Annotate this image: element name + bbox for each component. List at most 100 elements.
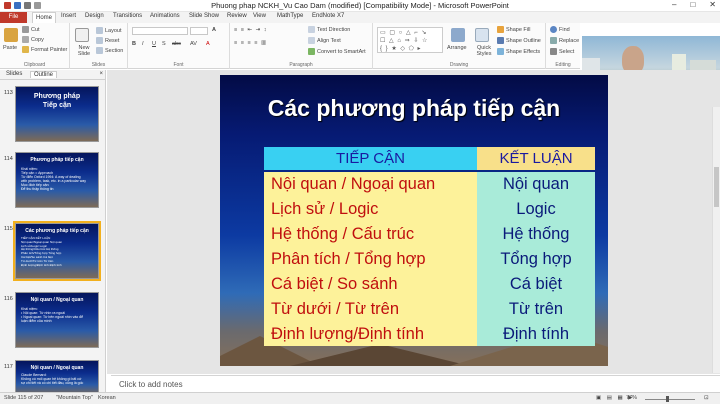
text-direction-button[interactable]: Text Direction xyxy=(308,26,350,33)
tab-review[interactable]: Review xyxy=(227,13,247,19)
tab-insert[interactable]: Insert xyxy=(61,13,76,19)
tab-mathtype[interactable]: MathType xyxy=(277,13,303,19)
reset-button[interactable]: Reset xyxy=(96,37,119,44)
new-slide-button[interactable]: New Slide xyxy=(72,45,96,57)
language-indicator[interactable]: Korean xyxy=(98,395,116,401)
slide-thumbnail[interactable]: Nội quan / Ngoại quan Claude Bernard: Kh… xyxy=(15,360,99,396)
slide-thumbnail[interactable]: Phương pháp tiếp cận Khái niệm: Tiếp cận… xyxy=(15,152,99,208)
tab-animations[interactable]: Animations xyxy=(150,13,180,19)
find-button[interactable]: Find xyxy=(550,26,570,33)
binoculars-icon xyxy=(550,26,557,33)
format-painter-label: Format Painter xyxy=(31,46,68,53)
slide-title[interactable]: Các phương pháp tiếp cận xyxy=(220,95,608,122)
mountain-shape xyxy=(290,344,470,366)
italic-icon[interactable]: I xyxy=(142,41,144,47)
notes-pane[interactable]: Click to add notes xyxy=(111,375,720,392)
maximize-button[interactable]: □ xyxy=(690,0,695,9)
reset-label: Reset xyxy=(105,37,120,44)
approach-table[interactable]: TIẾP CẬN KẾT LUẬN Nội quan / Ngoại quan … xyxy=(264,147,595,346)
align-text-icon xyxy=(308,37,315,44)
slide-thumbnail[interactable]: Nội quan / Ngoại quan Khái niệm: • Nội q… xyxy=(15,292,99,348)
tab-slide-show[interactable]: Slide Show xyxy=(189,13,219,19)
slide-number: 113 xyxy=(4,90,13,96)
convert-smartart-button[interactable]: Convert to SmartArt xyxy=(308,48,366,55)
tab-transitions[interactable]: Transitions xyxy=(113,13,142,19)
align-icons[interactable]: ≡ ≡ ≡ ≡ ▥ xyxy=(234,40,267,46)
copy-button[interactable]: Copy xyxy=(22,36,44,43)
vertical-scrollbar[interactable] xyxy=(712,107,720,373)
new-slide-icon[interactable] xyxy=(75,28,89,42)
cut-button[interactable]: Cut xyxy=(22,26,40,33)
section-button[interactable]: Section xyxy=(96,47,123,54)
copy-icon xyxy=(22,36,29,43)
copy-label: Copy xyxy=(31,36,44,43)
clipboard-label: Clipboard xyxy=(23,62,46,68)
editing-group: Find Replace Select Editing xyxy=(546,23,580,69)
slides-label: Slides xyxy=(91,62,106,68)
bold-icon[interactable]: B xyxy=(132,41,136,47)
conclusion-cell: Logic xyxy=(477,197,595,222)
smartart-icon xyxy=(308,48,315,55)
arrange-button[interactable]: Arrange xyxy=(447,45,467,51)
tab-home[interactable]: Home xyxy=(32,12,57,23)
font-group: A B I U S abc AV A Font xyxy=(128,23,230,69)
font-size-select[interactable] xyxy=(190,27,208,35)
grow-font-icon[interactable]: A xyxy=(212,27,216,33)
slide-number: 117 xyxy=(4,364,13,370)
section-label: Section xyxy=(105,47,124,54)
quick-styles-button[interactable]: Quick Styles xyxy=(471,45,497,57)
layout-label: Layout xyxy=(105,27,122,34)
spacing-icon[interactable]: AV xyxy=(190,41,197,47)
tab-file[interactable]: File xyxy=(0,12,27,23)
approach-cell: Lịch sử / Logic xyxy=(264,197,477,222)
close-button[interactable]: ✕ xyxy=(709,0,716,9)
select-button[interactable]: Select xyxy=(550,48,574,55)
format-painter-button[interactable]: Format Painter xyxy=(22,46,67,53)
ribbon: Paste Cut Copy Format Painter Clipboard … xyxy=(0,23,580,69)
slide-thumbnail-selected[interactable]: Các phương pháp tiếp cận TIẾP CẬN KẾT LU… xyxy=(13,221,101,281)
paste-button[interactable]: Paste xyxy=(3,45,17,51)
text-direction-icon xyxy=(308,26,315,33)
panel-tabs: Slides Outline × xyxy=(0,70,106,80)
slides-group: New Slide Layout Reset Section Slides xyxy=(70,23,128,69)
current-slide[interactable]: Các phương pháp tiếp cận TIẾP CẬN KẾT LU… xyxy=(220,75,608,366)
tab-design[interactable]: Design xyxy=(85,13,104,19)
shape-outline-button[interactable]: Shape Outline xyxy=(497,37,541,44)
brush-icon xyxy=(22,46,29,53)
fit-slide-icon[interactable]: ⊡ xyxy=(704,395,709,401)
conclusion-cell: Tổng hợp xyxy=(477,247,595,272)
bullets-icon[interactable]: ≡ ≡ ⇤ ⇥ ↕ xyxy=(234,27,268,33)
zoom-slider[interactable] xyxy=(645,399,695,400)
arrange-icon[interactable] xyxy=(451,28,465,42)
shadow-icon[interactable]: S xyxy=(162,41,166,47)
zoom-level[interactable]: 77% xyxy=(626,395,637,401)
shape-fill-button[interactable]: Shape Fill xyxy=(497,26,530,33)
shape-effects-button[interactable]: Shape Effects xyxy=(497,48,540,55)
tab-endnote[interactable]: EndNote X7 xyxy=(312,13,344,19)
tab-view[interactable]: View xyxy=(253,13,266,19)
align-text-button[interactable]: Align Text xyxy=(308,37,341,44)
tab-slides[interactable]: Slides xyxy=(6,71,22,77)
font-color-icon[interactable]: A xyxy=(206,41,210,47)
slide-thumbnail[interactable]: Phương pháp Tiếp cận xyxy=(15,86,99,142)
approach-cell: Nội quan / Ngoại quan xyxy=(264,172,477,197)
layout-button[interactable]: Layout xyxy=(96,27,122,34)
zoom-slider-thumb[interactable] xyxy=(666,396,669,402)
replace-button[interactable]: Replace xyxy=(550,37,579,44)
scrollbar-thumb[interactable] xyxy=(714,167,719,207)
clipboard-group: Paste Cut Copy Format Painter Clipboard xyxy=(0,23,70,69)
quick-styles-icon[interactable] xyxy=(475,28,489,42)
close-icon[interactable]: × xyxy=(99,71,103,77)
paste-icon[interactable] xyxy=(4,28,18,42)
header-conclusion: KẾT LUẬN xyxy=(477,147,595,170)
tab-outline[interactable]: Outline xyxy=(30,71,58,78)
select-label: Select xyxy=(559,48,575,55)
underline-icon[interactable]: U xyxy=(152,41,156,47)
reset-icon xyxy=(96,37,103,44)
shapes-gallery[interactable]: ▭ ▢ ○ △ ⌐ ↘ ☐ △ ⌂ ⇒ ⇩ ☆{ } ★ ◇ ⬠ ▸ xyxy=(377,27,443,53)
shape-fill-label: Shape Fill xyxy=(506,26,531,33)
font-family-select[interactable] xyxy=(132,27,188,35)
minimize-button[interactable]: – xyxy=(672,0,676,9)
fill-icon xyxy=(497,26,504,33)
strikethrough-icon[interactable]: abc xyxy=(172,41,181,47)
